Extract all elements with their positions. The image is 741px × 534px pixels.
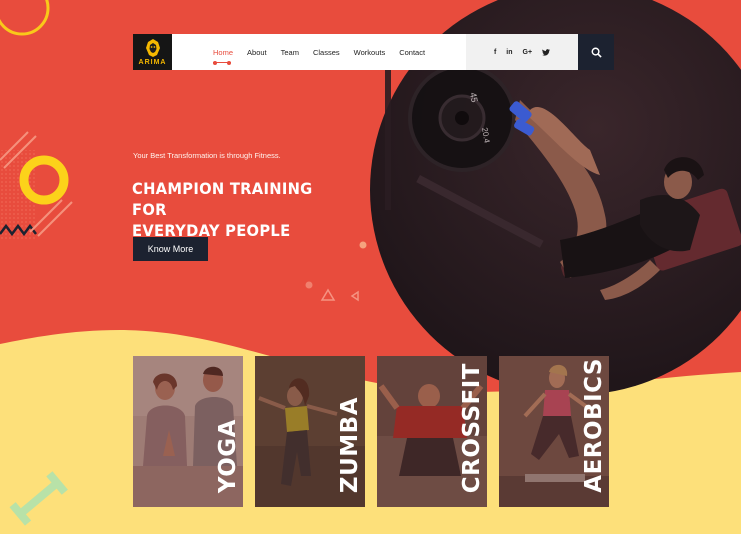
- nav-team[interactable]: Team: [281, 48, 299, 57]
- class-label-yoga: YOGA: [215, 418, 241, 493]
- logo-text: ARIMA: [138, 59, 167, 66]
- search-button[interactable]: [578, 34, 614, 70]
- navbar: ARIMA Home About Team Classes Workouts C…: [133, 34, 614, 70]
- facebook-icon[interactable]: f: [494, 49, 496, 56]
- class-card-zumba[interactable]: ZUMBA: [255, 356, 365, 507]
- class-cards: YOGA ZUMBA CROSSFIT AEROBICS: [133, 356, 609, 507]
- nav-home[interactable]: Home: [213, 47, 234, 65]
- nav-home-label: Home: [213, 47, 234, 57]
- dumbbell-decor: [9, 471, 68, 526]
- know-more-button[interactable]: Know More: [133, 237, 208, 261]
- class-label-crossfit: CROSSFIT: [459, 362, 485, 493]
- class-card-aerobics[interactable]: AEROBICS: [499, 356, 609, 507]
- nav-contact[interactable]: Contact: [399, 48, 425, 57]
- hero-title-line1: CHAMPION TRAINING FOR: [132, 179, 313, 219]
- class-card-crossfit[interactable]: CROSSFIT: [377, 356, 487, 507]
- nav-about[interactable]: About: [247, 48, 267, 57]
- social-links: f in G+: [466, 34, 578, 70]
- search-icon: [591, 47, 602, 58]
- nav-classes[interactable]: Classes: [313, 48, 340, 57]
- nav-links: Home About Team Classes Workouts Contact: [213, 34, 439, 70]
- nav-workouts[interactable]: Workouts: [354, 48, 386, 57]
- svg-text:45: 45: [468, 92, 480, 104]
- lion-logo-icon: [145, 39, 160, 57]
- class-label-aerobics: AEROBICS: [581, 358, 607, 493]
- class-card-yoga[interactable]: YOGA: [133, 356, 243, 507]
- linkedin-icon[interactable]: in: [506, 49, 512, 56]
- hero-title: CHAMPION TRAINING FOR EVERYDAY PEOPLE: [132, 178, 344, 241]
- class-label-zumba: ZUMBA: [337, 396, 363, 493]
- googleplus-icon[interactable]: G+: [523, 49, 533, 56]
- nav-active-indicator: [213, 60, 231, 65]
- hero-subtitle: Your Best Transformation is through Fitn…: [133, 151, 281, 160]
- logo[interactable]: ARIMA: [133, 34, 172, 70]
- twitter-icon[interactable]: [542, 48, 551, 56]
